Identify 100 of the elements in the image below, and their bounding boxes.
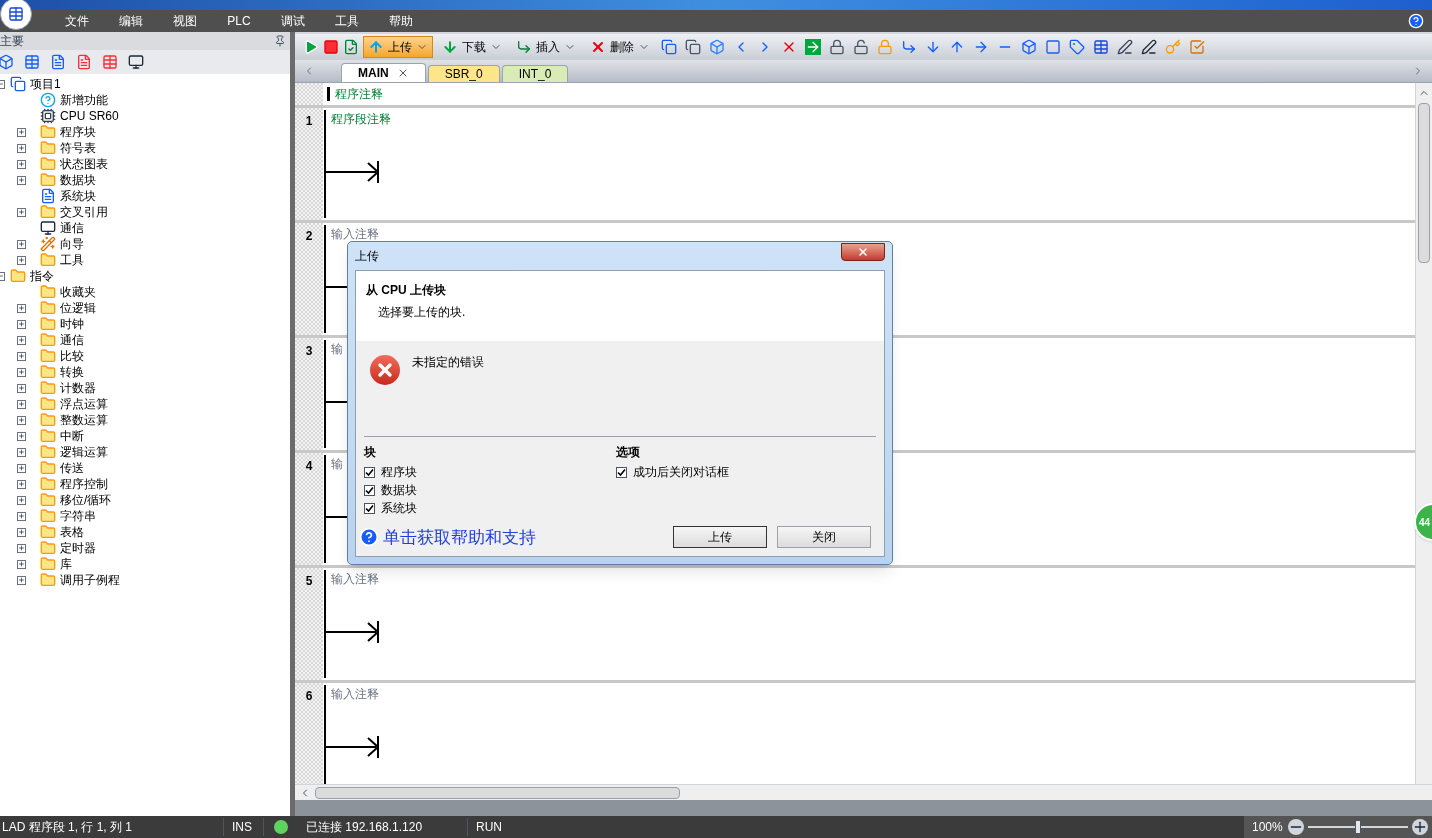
- tree-item[interactable]: 字符串: [60, 508, 96, 524]
- tree-item[interactable]: 项目1: [30, 76, 61, 92]
- monitor-icon[interactable]: [126, 52, 146, 72]
- tree-item[interactable]: 状态图表: [60, 156, 108, 172]
- expand-icon[interactable]: [16, 351, 26, 361]
- tab[interactable]: INT_0: [501, 65, 569, 82]
- zoom-in-icon[interactable]: [1412, 819, 1428, 835]
- tree-item[interactable]: 程序块: [60, 124, 96, 140]
- expand-icon[interactable]: [16, 383, 26, 393]
- help-link[interactable]: 单击获取帮助和支持: [383, 524, 536, 550]
- expand-icon[interactable]: [16, 447, 26, 457]
- unlock-icon[interactable]: [851, 37, 871, 57]
- expand-icon[interactable]: [16, 175, 26, 185]
- tree-item[interactable]: 通信: [60, 332, 84, 348]
- checkbox[interactable]: [364, 466, 375, 478]
- expand-icon[interactable]: [16, 559, 26, 569]
- tab[interactable]: MAIN: [341, 63, 426, 82]
- zoom-out-icon[interactable]: [1288, 819, 1304, 835]
- toolbar-button[interactable]: 下载: [437, 36, 507, 58]
- expand-icon[interactable]: [16, 527, 26, 537]
- menu-item[interactable]: 工具: [322, 12, 372, 30]
- menu-item[interactable]: 调试: [268, 12, 318, 30]
- box-icon[interactable]: [1043, 37, 1063, 57]
- expand-icon[interactable]: [16, 159, 26, 169]
- expand-icon[interactable]: [16, 575, 26, 585]
- expand-icon[interactable]: [16, 399, 26, 409]
- expand-icon[interactable]: [16, 543, 26, 553]
- tree-item[interactable]: 逻辑运算: [60, 444, 108, 460]
- expand-icon[interactable]: [16, 415, 26, 425]
- tree-item[interactable]: 比较: [60, 348, 84, 364]
- slider-thumb[interactable]: [1355, 820, 1361, 834]
- tree-item[interactable]: 符号表: [60, 140, 96, 156]
- expand-icon[interactable]: [16, 319, 26, 329]
- close-button[interactable]: [841, 243, 885, 261]
- toolbar-button[interactable]: 删除: [585, 36, 655, 58]
- tree-item[interactable]: 传送: [60, 460, 84, 476]
- list-icon[interactable]: [100, 52, 120, 72]
- compile-icon[interactable]: [343, 39, 359, 55]
- dialog-button[interactable]: 关闭: [777, 526, 871, 549]
- expand-icon[interactable]: [16, 255, 26, 265]
- expand-icon[interactable]: [16, 463, 26, 473]
- table-icon[interactable]: [1091, 37, 1111, 57]
- scrollbar-thumb[interactable]: [1418, 103, 1430, 263]
- table-icon[interactable]: [22, 52, 42, 72]
- tree-item[interactable]: 收藏夹: [60, 284, 96, 300]
- stop-icon[interactable]: [323, 39, 339, 55]
- tree-item[interactable]: 通信: [60, 220, 84, 236]
- horizontal-scrollbar[interactable]: [295, 784, 1432, 800]
- tree-item[interactable]: 工具: [60, 252, 84, 268]
- expand-icon[interactable]: [16, 367, 26, 377]
- checkbox[interactable]: [364, 502, 375, 514]
- tree-item[interactable]: 时钟: [60, 316, 84, 332]
- menu-item[interactable]: 帮助: [376, 12, 426, 30]
- tree-item[interactable]: 定时器: [60, 540, 96, 556]
- tree-item[interactable]: 转换: [60, 364, 84, 380]
- expand-icon[interactable]: [16, 511, 26, 521]
- expand-icon[interactable]: [16, 207, 26, 217]
- tree-item[interactable]: 新增功能: [60, 92, 108, 108]
- tree-item[interactable]: 移位/循环: [60, 492, 112, 508]
- tree-item[interactable]: 计数器: [60, 380, 96, 396]
- toolbar-button[interactable]: 上传: [363, 36, 433, 58]
- expand-icon[interactable]: [16, 479, 26, 489]
- expand-icon[interactable]: [16, 239, 26, 249]
- checklist-icon[interactable]: [1187, 37, 1207, 57]
- network-comment[interactable]: 输入注释: [331, 226, 382, 242]
- go-icon[interactable]: [803, 37, 823, 57]
- help-icon[interactable]: [1408, 13, 1424, 29]
- menu-item[interactable]: 编辑: [106, 12, 156, 30]
- expand-icon[interactable]: [16, 431, 26, 441]
- tag-icon[interactable]: [1067, 37, 1087, 57]
- box-icon[interactable]: [707, 37, 727, 57]
- tree-item[interactable]: 调用子例程: [60, 572, 120, 588]
- vertical-scrollbar[interactable]: [1415, 83, 1432, 784]
- checkbox[interactable]: [364, 484, 375, 496]
- tree-item[interactable]: 中断: [60, 428, 84, 444]
- menu-item[interactable]: PLC: [214, 12, 264, 30]
- tree-item[interactable]: 程序控制: [60, 476, 108, 492]
- tree-item[interactable]: 数据块: [60, 172, 96, 188]
- tree-item[interactable]: 指令: [30, 268, 54, 284]
- network-comment[interactable]: 程序段注释: [331, 111, 391, 127]
- run-icon[interactable]: [303, 39, 319, 55]
- scrollbar-thumb[interactable]: [315, 786, 680, 799]
- expand-icon[interactable]: [16, 143, 26, 153]
- help-icon[interactable]: [359, 527, 379, 548]
- tree-item[interactable]: 浮点运算: [60, 396, 108, 412]
- tree-item[interactable]: 表格: [60, 524, 84, 540]
- tree-item[interactable]: 向导: [60, 236, 84, 252]
- zoom-slider[interactable]: [1308, 820, 1408, 834]
- edit-icon[interactable]: [1139, 37, 1159, 57]
- program-comment[interactable]: 程序注释: [335, 85, 383, 105]
- tab[interactable]: SBR_0: [427, 65, 500, 82]
- pin-icon[interactable]: [274, 35, 286, 47]
- lock-icon[interactable]: [827, 37, 847, 57]
- tree-item[interactable]: 位逻辑: [60, 300, 96, 316]
- dialog-button[interactable]: 上传: [673, 526, 767, 549]
- menu-item[interactable]: 文件: [52, 12, 102, 30]
- edit-icon[interactable]: [1115, 37, 1135, 57]
- tree-item[interactable]: CPU SR60: [60, 108, 119, 124]
- menu-item[interactable]: 视图: [160, 12, 210, 30]
- tree-item[interactable]: 库: [60, 556, 72, 572]
